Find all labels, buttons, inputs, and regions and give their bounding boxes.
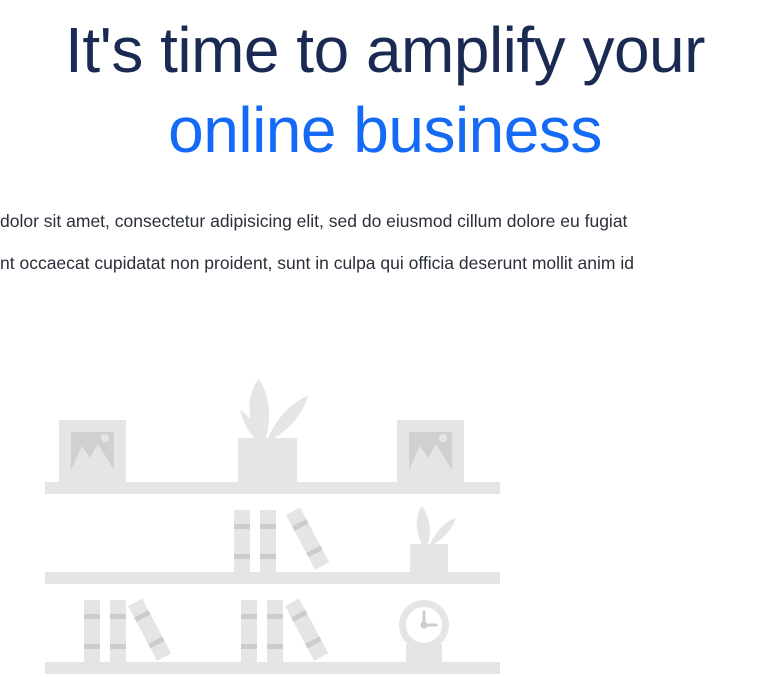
hero-paragraph-line-2: nt occaecat cupidatat non proident, sunt… [0,253,634,273]
book-icon [110,600,126,662]
book-icon [128,598,172,661]
hero-title-line-2: online business [168,94,602,166]
hero-title-line-1: It's time to amplify your [65,14,705,86]
hero-paragraph: dolor sit amet, consectetur adipisicing … [0,200,770,284]
book-icon [84,600,100,662]
shelf-middle [45,572,500,584]
clock-icon [399,600,449,662]
book-icon [234,510,250,572]
shelf-bottom [45,662,500,674]
hero-paragraph-line-1: dolor sit amet, consectetur adipisicing … [0,211,628,231]
book-icon [285,598,329,661]
book-icon [260,510,276,572]
book-icon [241,600,257,662]
potted-plant-icon [410,506,456,572]
hero-title: It's time to amplify your online busines… [0,10,770,170]
shelf-top [45,482,500,494]
potted-plant-icon [238,379,308,482]
book-icon [267,600,283,662]
picture-frame-icon [397,420,464,482]
book-icon [286,507,330,570]
bookshelf-illustration [45,379,500,674]
picture-frame-icon [59,420,126,482]
page: It's time to amplify your online busines… [0,0,770,677]
